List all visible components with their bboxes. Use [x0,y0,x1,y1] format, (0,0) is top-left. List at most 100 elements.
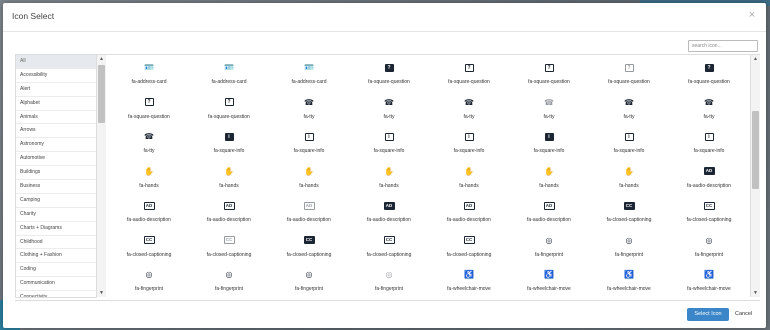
icon-option[interactable]: ? fa-square-question [349,60,429,95]
icon-label: fa-audio-description [687,182,731,189]
icon-option[interactable]: ◎ fa-fingerprint [669,233,749,268]
icon-preview-icon: ? [543,62,555,73]
icon-option[interactable]: ✋ fa-hands [349,164,429,199]
category-item[interactable]: Animals [16,111,96,125]
category-item[interactable]: Alert [16,83,96,97]
icon-option[interactable]: AD fa-audio-description [429,198,509,233]
icon-option[interactable]: 🪪 fa-address-card [269,60,349,95]
category-item[interactable]: Astronomy [16,138,96,153]
icon-option[interactable]: ◎ fa-fingerprint [589,233,669,268]
icon-option[interactable]: i fa-square-info [349,129,429,164]
icon-glyph: ? [384,63,394,72]
icon-option[interactable]: ☎ fa-tty [109,129,189,164]
icon-option[interactable]: ☎ fa-tty [509,95,589,130]
icon-option[interactable]: ♿ fa-wheelchair-move [589,267,669,297]
category-item[interactable]: Clothing + Fashion [16,249,96,264]
icon-option[interactable]: i fa-square-info [669,129,749,164]
icon-option[interactable]: i fa-square-info [269,129,349,164]
category-item[interactable]: Accessibility [16,69,96,83]
icon-option[interactable]: CC fa-closed-captioning [589,198,669,233]
icon-option[interactable]: ✋ fa-hands [509,164,589,199]
icon-option[interactable]: ☎ fa-tty [349,95,429,130]
icon-option[interactable]: ✋ fa-hands [189,164,269,199]
icon-option[interactable]: ♿ fa-wheelchair-move [509,267,589,297]
icon-option[interactable]: CC fa-closed-captioning [109,233,189,268]
icon-option[interactable]: CC fa-closed-captioning [269,233,349,268]
icon-option[interactable]: 🪪 fa-address-card [189,60,269,95]
scroll-thumb[interactable] [752,111,759,189]
category-item[interactable]: All [16,55,96,69]
icon-option[interactable]: ◎ fa-fingerprint [509,233,589,268]
icon-label: fa-closed-captioning [126,251,172,258]
icon-option[interactable]: ◎ fa-fingerprint [109,267,189,297]
icon-glyph: i [704,132,714,141]
search-input[interactable] [688,40,758,52]
icon-option[interactable]: CC fa-closed-captioning [669,198,749,233]
icon-preview-icon: ☎ [304,97,314,107]
icon-option[interactable]: ☎ fa-tty [269,95,349,130]
icon-option[interactable]: ☎ fa-tty [429,95,509,130]
icon-option[interactable]: ✋ fa-hands [589,164,669,199]
icon-option[interactable]: ? fa-square-question [509,60,589,95]
icon-option[interactable]: AD fa-audio-description [509,198,589,233]
scroll-up-icon[interactable]: ▲ [751,55,760,63]
category-item[interactable]: Buildings [16,166,96,181]
icon-glyph: CC [703,201,715,210]
category-item[interactable]: Charity [16,208,96,222]
icon-option[interactable]: ◎ fa-fingerprint [269,267,349,297]
category-item[interactable]: Alphabet [16,97,96,111]
select-icon-button[interactable]: Select Icon [687,308,729,321]
icon-option[interactable]: AD fa-audio-description [269,198,349,233]
icon-option[interactable]: CC fa-closed-captioning [189,233,269,268]
icon-grid-scrollbar[interactable]: ▲ ▼ [750,55,760,297]
icon-option[interactable]: i fa-square-info [589,129,669,164]
category-item[interactable]: Camping [16,194,96,208]
icon-option[interactable]: ? fa-square-question [189,95,269,130]
icon-option[interactable]: ✋ fa-hands [109,164,189,199]
icon-option[interactable]: ✋ fa-hands [429,164,509,199]
icon-option[interactable]: i fa-square-info [509,129,589,164]
icon-option[interactable]: ◎ fa-fingerprint [189,267,269,297]
icon-option[interactable]: i fa-square-info [429,129,509,164]
icon-option[interactable]: i fa-square-info [189,129,269,164]
icon-option[interactable]: AD fa-audio-description [669,164,749,199]
icon-option[interactable]: ? fa-square-question [589,60,669,95]
icon-option[interactable]: CC fa-closed-captioning [349,233,429,268]
category-item[interactable]: Arrows [16,124,96,139]
icon-option[interactable]: ♿ fa-wheelchair-move [429,267,509,297]
icon-label: fa-hands [299,182,319,189]
category-item[interactable]: Coding [16,263,96,278]
cancel-button[interactable]: Cancel [735,308,752,321]
icon-option[interactable]: ? fa-square-question [669,60,749,95]
category-scrollbar[interactable]: ▲ ▼ [96,55,106,297]
scroll-thumb[interactable] [98,65,105,123]
icon-option[interactable]: ◎ fa-fingerprint [349,267,429,297]
icon-option[interactable]: AD fa-audio-description [349,198,429,233]
icon-option[interactable]: ✋ fa-hands [269,164,349,199]
icon-preview-icon: ✋ [304,166,314,176]
icon-option[interactable]: AD fa-audio-description [189,198,269,233]
scroll-up-icon[interactable]: ▲ [97,55,106,63]
icon-preview-icon: ◎ [625,235,633,245]
icon-option[interactable]: ? fa-square-question [109,95,189,130]
category-item[interactable]: Business [16,180,96,194]
icon-label: fa-closed-captioning [606,217,652,223]
icon-option[interactable]: ☎ fa-tty [589,95,669,130]
icon-option[interactable]: ? fa-square-question [429,60,509,95]
icon-glyph: ? [624,63,634,72]
category-item[interactable]: Automotive [16,152,96,167]
icon-option[interactable]: AD fa-audio-description [109,198,189,233]
category-item[interactable]: Childhood [16,236,96,250]
icon-option[interactable]: ♿ fa-wheelchair-move [669,267,749,297]
category-item[interactable]: Charts + Diagrams [16,222,96,236]
category-item[interactable]: Connectivity [16,291,96,297]
icon-option[interactable]: 🪪 fa-address-card [109,60,189,95]
icon-label: fa-hands [219,182,239,189]
scroll-down-icon[interactable]: ▼ [751,289,760,297]
close-icon[interactable]: × [746,9,758,21]
icon-preview-icon: i [463,131,475,142]
icon-option[interactable]: ☎ fa-tty [669,95,749,130]
category-item[interactable]: Communication [16,277,96,292]
scroll-down-icon[interactable]: ▼ [97,289,106,297]
icon-option[interactable]: CC fa-closed-captioning [429,233,509,268]
